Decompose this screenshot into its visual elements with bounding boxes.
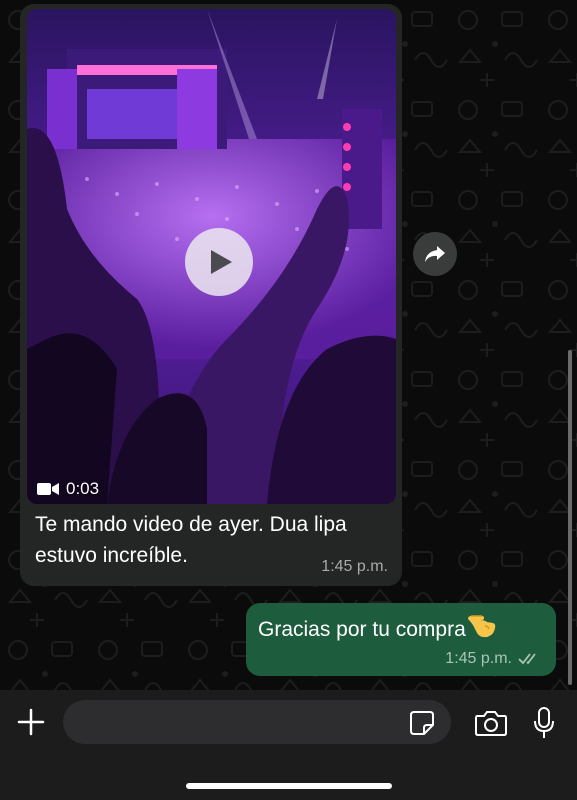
outgoing-timestamp: 1:45 p.m. <box>445 650 512 667</box>
video-thumbnail[interactable]: 0:03 <box>27 9 396 504</box>
outgoing-message-bubble[interactable]: Gracias por tu compra 1:45 p.m. <box>246 603 556 676</box>
camera-icon <box>475 711 507 736</box>
incoming-message-bubble[interactable]: 0:03 Te mando video de ayer. Dua lipa es… <box>20 4 402 586</box>
home-indicator <box>186 783 392 789</box>
outgoing-text: Gracias por tu compra <box>258 618 466 641</box>
video-duration: 0:03 <box>66 479 100 498</box>
microphone-button[interactable] <box>533 707 555 739</box>
double-check-icon <box>518 653 536 665</box>
play-icon <box>211 250 232 274</box>
forward-icon <box>425 246 445 262</box>
microphone-icon <box>534 707 554 738</box>
outgoing-message-text: Gracias por tu compra <box>258 613 497 645</box>
plus-icon <box>17 708 45 736</box>
video-info: 0:03 <box>37 479 99 499</box>
message-input[interactable] <box>63 700 451 744</box>
sticker-button[interactable] <box>409 710 435 736</box>
attach-button[interactable] <box>16 707 46 737</box>
message-timestamp: 1:45 p.m. <box>321 558 388 575</box>
sticker-icon <box>410 711 434 735</box>
video-camera-icon <box>37 482 59 496</box>
camera-button[interactable] <box>474 709 508 737</box>
play-button[interactable] <box>185 228 253 296</box>
scrollbar[interactable] <box>568 350 572 685</box>
message-input-bar <box>0 690 577 800</box>
forward-button[interactable] <box>413 232 457 276</box>
pointing-hand-emoji <box>467 613 497 645</box>
